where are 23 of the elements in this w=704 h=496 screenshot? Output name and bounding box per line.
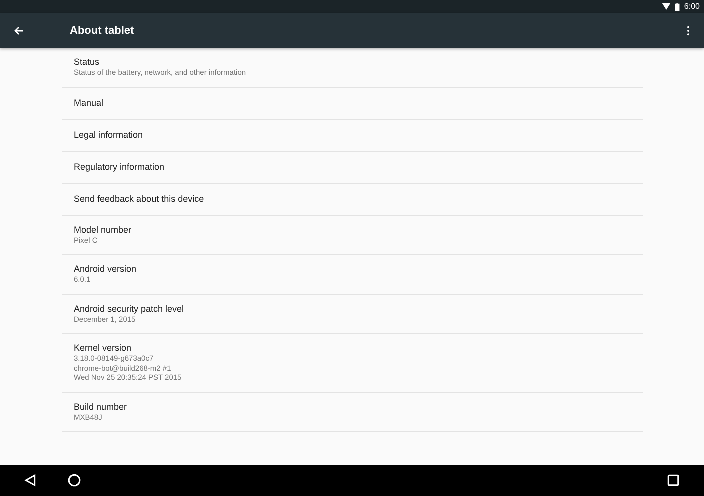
wifi-icon xyxy=(662,3,672,10)
clock: 6:00 xyxy=(684,2,700,11)
item-title: Legal information xyxy=(74,130,144,140)
back-icon[interactable] xyxy=(24,474,37,487)
item-title: Kernel version xyxy=(74,343,133,354)
item-title: Regulatory information xyxy=(74,162,166,172)
item-title: Android security patch level xyxy=(74,304,186,314)
settings-item[interactable]: Regulatory information xyxy=(62,152,643,184)
settings-item[interactable]: Send feedback about this device xyxy=(62,184,643,216)
item-title: Status xyxy=(74,57,101,68)
item-title: Build number xyxy=(74,402,128,412)
settings-item[interactable]: Manual xyxy=(62,88,643,120)
item-title: Send feedback about this device xyxy=(74,194,206,204)
item-title: Android version xyxy=(74,264,138,275)
item-title: Manual xyxy=(74,98,105,108)
item-title: Model number xyxy=(74,224,133,236)
overflow-menu-icon[interactable] xyxy=(687,26,690,36)
back-arrow-icon[interactable] xyxy=(14,26,24,36)
home-icon[interactable] xyxy=(68,474,81,487)
battery-icon xyxy=(675,2,680,10)
recents-icon[interactable] xyxy=(667,474,680,487)
screen-title: About tablet xyxy=(70,24,136,36)
settings-item[interactable]: Legal information xyxy=(62,120,643,152)
